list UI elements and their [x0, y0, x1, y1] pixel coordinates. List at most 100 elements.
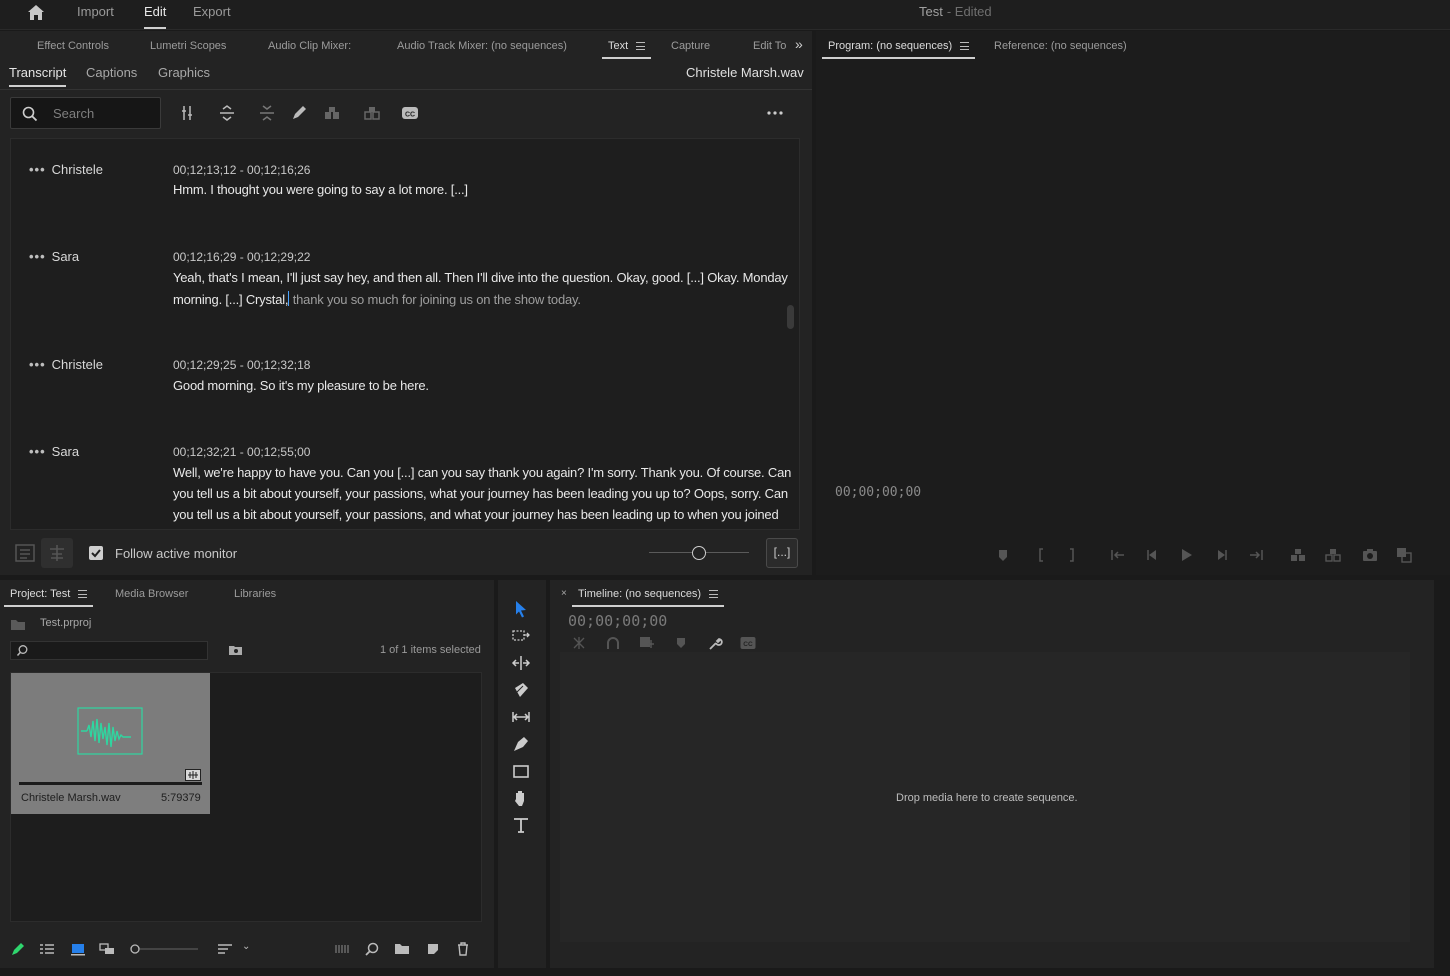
hand-tool-icon[interactable] — [511, 788, 531, 808]
subtab-captions[interactable]: Captions — [86, 65, 137, 80]
more-options-icon[interactable] — [766, 104, 784, 122]
button-editor-icon[interactable] — [1396, 547, 1412, 563]
tab-lumetri-scopes[interactable]: Lumetri Scopes — [150, 40, 226, 52]
captions-cc-icon[interactable]: CC — [401, 104, 419, 122]
transcript-line[interactable]: morning. [...] Crystal, thank you so muc… — [173, 291, 581, 307]
pencil-icon[interactable] — [10, 941, 26, 957]
font-size-slider-knob[interactable] — [692, 546, 706, 560]
clip-playhead-bar[interactable] — [19, 782, 202, 785]
chevron-down-icon[interactable]: ⌄ — [242, 941, 250, 952]
split-segment-icon[interactable] — [363, 104, 381, 122]
transcript-line[interactable]: you tell us a bit about yourself, your p… — [173, 486, 788, 501]
tab-edit-to[interactable]: Edit To — [753, 40, 786, 52]
follow-active-monitor-checkbox[interactable] — [89, 546, 103, 560]
expand-segment-icon[interactable] — [218, 104, 236, 122]
close-icon[interactable]: × — [561, 588, 567, 599]
panel-menu-icon[interactable] — [78, 590, 88, 599]
transcript-search-input[interactable]: Search — [10, 97, 161, 129]
tab-text[interactable]: Text — [601, 40, 652, 59]
speaker-options-icon[interactable]: ••• — [29, 162, 46, 177]
edit-tab[interactable]: Edit — [144, 4, 167, 29]
export-tab[interactable]: Export — [193, 4, 231, 19]
tab-audio-track-mixer[interactable]: Audio Track Mixer: (no sequences) — [397, 40, 567, 52]
show-pauses-button[interactable]: [...] — [766, 538, 798, 568]
extract-icon[interactable] — [1325, 547, 1341, 563]
tab-program[interactable]: Program: (no sequences) — [821, 40, 976, 59]
speaker-options-icon[interactable]: ••• — [29, 444, 46, 459]
import-tab[interactable]: Import — [77, 4, 114, 19]
speaker-label[interactable]: ••• Sara — [29, 444, 79, 459]
transcript-line[interactable]: Hmm. I thought you were going to say a l… — [173, 182, 468, 197]
project-search-input[interactable] — [10, 641, 208, 660]
automate-sequence-icon[interactable] — [334, 941, 350, 957]
marker-icon[interactable] — [673, 636, 689, 650]
ripple-edit-icon[interactable] — [511, 653, 531, 673]
add-marker-icon[interactable] — [995, 547, 1011, 563]
create-captions-button[interactable] — [41, 538, 73, 568]
trash-icon[interactable] — [455, 941, 471, 957]
import-captions-icon[interactable] — [14, 543, 36, 563]
mark-out-icon[interactable] — [1064, 547, 1080, 563]
type-tool-icon[interactable] — [511, 815, 531, 835]
transcript-scrollbar[interactable] — [787, 305, 794, 329]
step-forward-icon[interactable] — [1214, 547, 1230, 563]
new-bin-icon[interactable] — [394, 941, 410, 957]
track-select-icon[interactable] — [511, 626, 531, 646]
export-frame-icon[interactable] — [1362, 547, 1378, 563]
tab-capture[interactable]: Capture — [671, 40, 710, 52]
freeform-view-icon[interactable] — [99, 941, 115, 957]
tab-reference[interactable]: Reference: (no sequences) — [994, 40, 1127, 52]
new-search-bin-icon[interactable] — [228, 644, 243, 656]
go-to-in-icon[interactable] — [1110, 547, 1126, 563]
pen-tool-icon[interactable] — [511, 734, 531, 754]
home-icon[interactable] — [26, 3, 46, 23]
subtab-transcript[interactable]: Transcript — [9, 65, 67, 87]
program-timecode[interactable]: 00;00;00;00 — [835, 485, 921, 500]
transcript-line[interactable]: you tell us a bit about yourself, your p… — [173, 507, 779, 522]
transcript-line[interactable]: Yeah, that's I mean, I'll just say hey, … — [173, 270, 788, 285]
transcript-list[interactable]: ••• Christele 00;12;13;12 - 00;12;16;26 H… — [10, 138, 800, 530]
panel-menu-icon[interactable] — [709, 590, 719, 599]
double-chevron-right-icon[interactable]: » — [795, 36, 803, 52]
transcript-line[interactable]: Good morning. So it's my pleasure to be … — [173, 378, 429, 393]
tab-audio-clip-mixer[interactable]: Audio Clip Mixer: — [268, 40, 351, 52]
go-to-out-icon[interactable] — [1248, 547, 1264, 563]
add-marker-icon[interactable] — [639, 636, 655, 650]
captions-cc-icon[interactable]: CC — [740, 636, 756, 650]
zoom-slider-icon[interactable] — [130, 943, 200, 955]
timeline-timecode[interactable]: 00;00;00;00 — [568, 612, 667, 630]
subtab-graphics[interactable]: Graphics — [158, 65, 210, 80]
edit-pencil-icon[interactable] — [290, 104, 308, 122]
tab-libraries[interactable]: Libraries — [234, 588, 276, 600]
tab-timeline[interactable]: Timeline: (no sequences) — [571, 588, 725, 607]
speaker-label[interactable]: ••• Christele — [29, 357, 103, 372]
sort-icon[interactable] — [217, 941, 233, 957]
tab-effect-controls[interactable]: Effect Controls — [37, 40, 109, 52]
transcript-line[interactable]: Well, we're happy to have you. Can you [… — [173, 465, 791, 480]
panel-menu-icon[interactable] — [636, 42, 646, 51]
panel-menu-icon[interactable] — [960, 42, 970, 51]
mark-in-icon[interactable] — [1033, 547, 1049, 563]
speaker-options-icon[interactable]: ••• — [29, 249, 46, 264]
play-icon[interactable] — [1178, 547, 1194, 563]
list-view-icon[interactable] — [39, 941, 55, 957]
slip-tool-icon[interactable] — [511, 707, 531, 727]
lift-icon[interactable] — [1290, 547, 1306, 563]
icon-view-icon[interactable] — [70, 941, 86, 957]
collapse-segment-icon[interactable] — [258, 104, 276, 122]
speaker-options-icon[interactable]: ••• — [29, 357, 46, 372]
find-icon[interactable] — [364, 941, 380, 957]
razor-tool-icon[interactable] — [511, 680, 531, 700]
rectangle-tool-icon[interactable] — [511, 761, 531, 781]
settings-wrench-icon[interactable] — [707, 636, 723, 650]
linked-selection-icon[interactable] — [605, 636, 621, 650]
step-back-icon[interactable] — [1144, 547, 1160, 563]
speaker-label[interactable]: ••• Christele — [29, 162, 103, 177]
speaker-label[interactable]: ••• Sara — [29, 249, 79, 264]
tab-project[interactable]: Project: Test — [3, 588, 94, 607]
selection-tool-icon[interactable] — [511, 599, 531, 619]
merge-segments-icon[interactable] — [178, 104, 196, 122]
snap-icon[interactable] — [571, 636, 587, 650]
cut-segment-icon[interactable] — [323, 104, 341, 122]
tab-media-browser[interactable]: Media Browser — [115, 588, 188, 600]
